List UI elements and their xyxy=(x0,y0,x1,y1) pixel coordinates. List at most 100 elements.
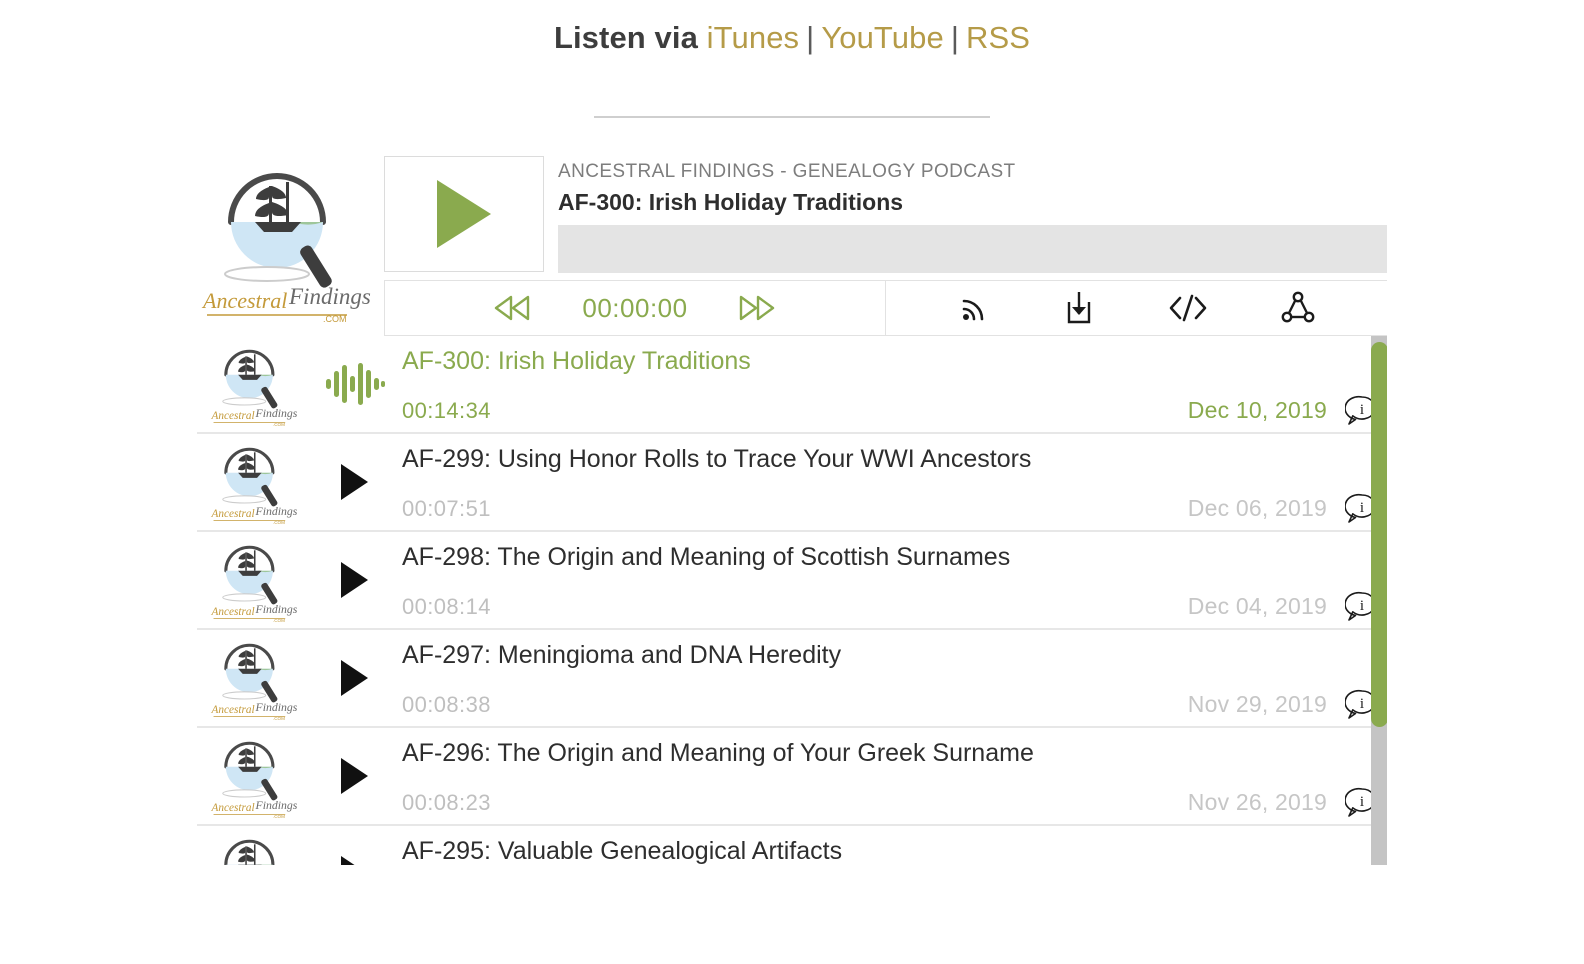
episode-title: AF-298: The Origin and Meaning of Scotti… xyxy=(402,543,1011,571)
rewind-button[interactable] xyxy=(491,293,535,323)
svg-text:i: i xyxy=(1360,500,1364,516)
episode-body: AF-299: Using Honor Rolls to Trace Your … xyxy=(402,434,1387,530)
episode-date: Dec 10, 2019 xyxy=(1187,397,1327,423)
waveform-icon xyxy=(325,363,385,405)
episode-row-3[interactable]: Ancestral Findings .COM AF-298: The Orig… xyxy=(197,532,1387,630)
episode-duration: 00:07:51 xyxy=(402,496,491,521)
episode-list[interactable]: Ancestral Findings .COM AF-300: Irish Ho… xyxy=(197,336,1387,865)
episode-now-playing-indicator xyxy=(307,336,402,432)
logo-wordmark-text-2: Findings xyxy=(288,284,371,309)
episode-play-button[interactable] xyxy=(307,434,402,530)
episode-play-button[interactable] xyxy=(307,532,402,628)
episode-play-button[interactable] xyxy=(307,728,402,824)
episode-body: AF-295: Valuable Genealogical Artifacts … xyxy=(402,826,1387,865)
episode-play-button[interactable] xyxy=(307,630,402,726)
section-divider-wrap xyxy=(0,116,1584,118)
embed-button[interactable] xyxy=(1167,292,1209,324)
player-meta: ANCESTRAL FINDINGS - GENEALOGY PODCAST A… xyxy=(544,156,1387,273)
transport-controls: 00:00:00 xyxy=(384,281,886,335)
svg-text:Findings: Findings xyxy=(255,407,298,420)
episode-thumbnail: Ancestral Findings .COM xyxy=(197,336,307,432)
svg-text:Ancestral: Ancestral xyxy=(210,410,254,422)
svg-text:Findings: Findings xyxy=(255,505,298,518)
episode-date: Nov 29, 2019 xyxy=(1187,691,1327,717)
listen-separator-1: | xyxy=(806,20,815,55)
svg-text:i: i xyxy=(1360,794,1364,810)
listen-via-label: Listen via xyxy=(553,20,698,55)
youtube-link[interactable]: YouTube xyxy=(821,20,944,55)
ancestral-findings-logo-icon: Ancestral Findings .COM xyxy=(201,173,371,324)
episode-play-button[interactable] xyxy=(307,826,402,865)
share-icon xyxy=(1281,291,1315,323)
svg-text:i: i xyxy=(1360,402,1364,418)
fast-forward-button[interactable] xyxy=(735,293,779,323)
utility-controls xyxy=(886,281,1387,335)
svg-text:.COM: .COM xyxy=(273,422,285,427)
svg-text:i: i xyxy=(1360,696,1364,712)
episode-duration: 00:08:14 xyxy=(402,594,491,619)
now-playing-title: AF-300: Irish Holiday Traditions xyxy=(558,189,904,215)
show-name: ANCESTRAL FINDINGS - GENEALOGY PODCAST xyxy=(558,161,1016,182)
episode-duration: 00:08:38 xyxy=(402,692,491,717)
logo-domain-text: .COM xyxy=(323,314,347,324)
svg-text:.COM: .COM xyxy=(273,520,285,525)
scrollbar-thumb[interactable] xyxy=(1371,342,1387,727)
ancestral-findings-thumb-icon: Ancestral Findings .COM xyxy=(210,741,298,819)
itunes-link[interactable]: iTunes xyxy=(707,20,800,55)
current-time: 00:00:00 xyxy=(582,292,688,323)
svg-text:.COM: .COM xyxy=(273,716,285,721)
svg-text:Findings: Findings xyxy=(255,799,298,812)
player-header: Ancestral Findings .COM ANCESTRAL FINDIN… xyxy=(197,156,1387,324)
play-icon xyxy=(341,464,368,500)
episode-title: AF-295: Valuable Genealogical Artifacts xyxy=(402,837,843,865)
main-play-button[interactable] xyxy=(384,156,544,272)
subscribe-button[interactable] xyxy=(957,291,991,325)
episode-row-5[interactable]: Ancestral Findings .COM AF-296: The Orig… xyxy=(197,728,1387,826)
ancestral-findings-thumb-icon: Ancestral Findings .COM xyxy=(224,839,275,865)
episode-thumbnail: Ancestral Findings .COM xyxy=(197,532,307,628)
svg-text:Ancestral: Ancestral xyxy=(210,508,254,520)
episode-body: AF-298: The Origin and Meaning of Scotti… xyxy=(402,532,1387,628)
svg-text:.COM: .COM xyxy=(273,618,285,623)
episode-list-scrollbar[interactable] xyxy=(1371,336,1387,865)
ancestral-findings-thumb-icon: Ancestral Findings .COM xyxy=(210,643,298,721)
logo-wordmark-text: Ancestral xyxy=(201,288,287,313)
svg-text:i: i xyxy=(1360,598,1364,614)
download-icon xyxy=(1067,292,1091,324)
svg-text:Ancestral: Ancestral xyxy=(210,704,254,716)
listen-via-bar: Listen via iTunes | YouTube | RSS xyxy=(0,0,1584,60)
episode-title: AF-299: Using Honor Rolls to Trace Your … xyxy=(402,445,1032,473)
episode-date: Dec 04, 2019 xyxy=(1187,593,1327,619)
episode-body: AF-297: Meningioma and DNA Heredity 00:0… xyxy=(402,630,1387,726)
episode-row-4[interactable]: Ancestral Findings .COM AF-297: Meningio… xyxy=(197,630,1387,728)
ancestral-findings-thumb-icon: Ancestral Findings .COM xyxy=(210,545,298,623)
download-button[interactable] xyxy=(1062,290,1096,326)
episode-row-6[interactable]: Ancestral Findings .COM AF-295: Valuable… xyxy=(197,826,1387,865)
play-icon xyxy=(341,660,368,696)
episode-row-2[interactable]: Ancestral Findings .COM AF-299: Using Ho… xyxy=(197,434,1387,532)
podcast-cover-logo: Ancestral Findings .COM xyxy=(197,156,379,324)
episode-title: AF-300: Irish Holiday Traditions xyxy=(402,347,751,375)
episode-thumbnail: Ancestral Findings .COM xyxy=(197,728,307,824)
share-button[interactable] xyxy=(1280,290,1316,326)
ancestral-findings-thumb-icon: Ancestral Findings .COM xyxy=(210,447,298,525)
section-divider xyxy=(594,116,990,118)
episode-thumbnail: Ancestral Findings .COM xyxy=(197,434,307,530)
episode-duration: 00:14:34 xyxy=(402,398,491,423)
rss-feed-icon xyxy=(963,299,984,321)
player-controls: 00:00:00 xyxy=(384,280,1387,336)
play-icon xyxy=(341,562,368,598)
episode-body: AF-296: The Origin and Meaning of Your G… xyxy=(402,728,1387,824)
episode-thumbnail: Ancestral Findings .COM xyxy=(197,826,307,865)
progress-bar[interactable] xyxy=(558,225,1387,273)
episode-date: Dec 06, 2019 xyxy=(1187,495,1327,521)
svg-text:Findings: Findings xyxy=(255,603,298,616)
episode-row-1[interactable]: Ancestral Findings .COM AF-300: Irish Ho… xyxy=(197,336,1387,434)
episode-duration: 00:08:23 xyxy=(402,790,491,815)
play-icon xyxy=(341,758,368,794)
episode-body: AF-300: Irish Holiday Traditions 00:14:3… xyxy=(402,336,1387,432)
episode-title: AF-297: Meningioma and DNA Heredity xyxy=(402,641,842,669)
rss-link[interactable]: RSS xyxy=(966,20,1030,55)
svg-text:Findings: Findings xyxy=(255,701,298,714)
svg-text:.COM: .COM xyxy=(273,814,285,819)
